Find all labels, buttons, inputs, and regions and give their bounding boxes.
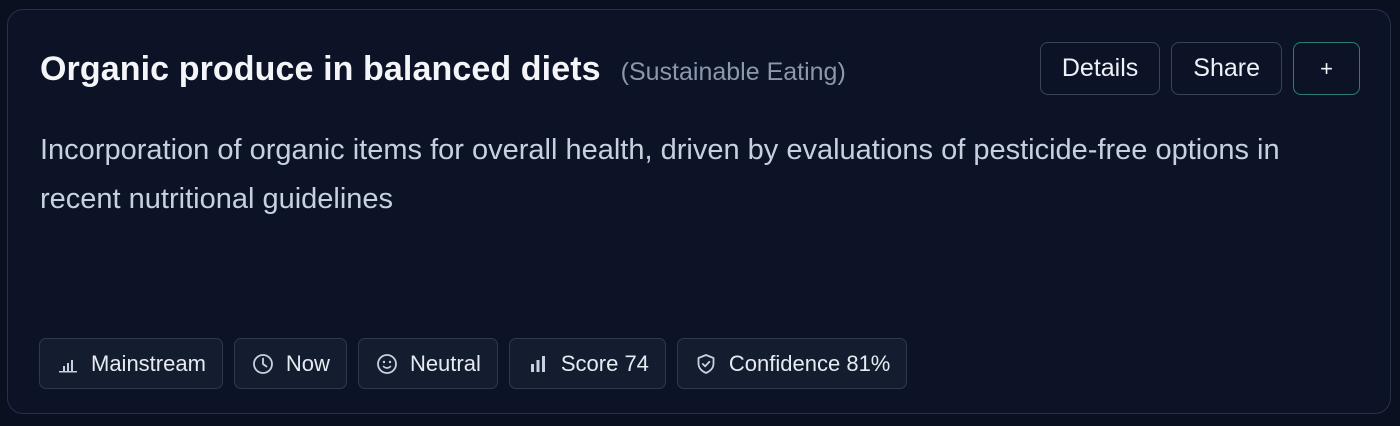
- card-actions: Details Share +: [1039, 42, 1360, 95]
- bar-chart-icon: [527, 353, 549, 375]
- badge-label: Neutral: [409, 350, 481, 376]
- badge-score: Score 74: [508, 338, 666, 389]
- add-button[interactable]: +: [1293, 42, 1360, 95]
- shield-check-icon: [695, 353, 717, 375]
- trend-card: Organic produce in balanced diets (Susta…: [7, 9, 1391, 414]
- badge-sentiment: Neutral: [357, 338, 498, 389]
- badge-timing: Now: [233, 338, 347, 389]
- title-row: Organic produce in balanced diets (Susta…: [40, 50, 846, 89]
- badge-confidence: Confidence 81%: [676, 338, 908, 389]
- badge-label: Mainstream: [91, 350, 206, 376]
- badge-label: Now: [285, 350, 330, 376]
- clock-icon: [252, 353, 274, 375]
- badge-label: Score 74: [560, 350, 649, 376]
- category-label: (Sustainable Eating): [620, 58, 846, 86]
- signal-bars-icon: [57, 353, 79, 375]
- card-description: Incorporation of organic items for overa…: [40, 134, 1280, 215]
- card-title: Organic produce in balanced diets: [40, 50, 601, 88]
- share-button[interactable]: Share: [1171, 42, 1282, 95]
- badge-adoption: Mainstream: [39, 338, 223, 389]
- smiley-icon: [376, 353, 398, 375]
- badge-row: Mainstream Now Neutral Score 74 Confiden…: [39, 338, 908, 389]
- details-button[interactable]: Details: [1039, 42, 1161, 95]
- badge-label: Confidence 81%: [728, 350, 891, 376]
